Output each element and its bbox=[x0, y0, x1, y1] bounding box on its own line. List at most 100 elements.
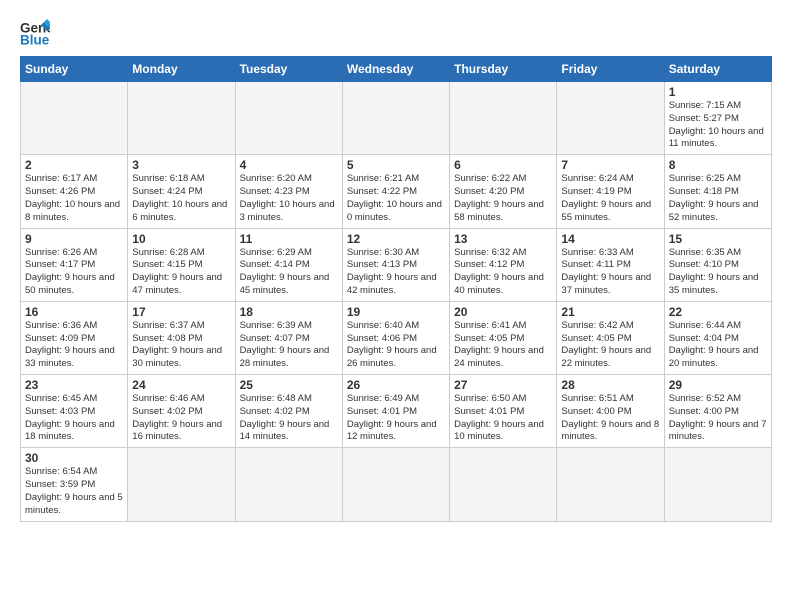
calendar-cell bbox=[557, 448, 664, 521]
day-info: Sunrise: 6:41 AM Sunset: 4:05 PM Dayligh… bbox=[454, 320, 552, 371]
day-number: 7 bbox=[561, 158, 659, 172]
page: General Blue SundayMondayTuesdayWednesda… bbox=[0, 0, 792, 612]
day-info: Sunrise: 6:28 AM Sunset: 4:15 PM Dayligh… bbox=[132, 247, 230, 298]
day-info: Sunrise: 6:35 AM Sunset: 4:10 PM Dayligh… bbox=[669, 247, 767, 298]
col-header-thursday: Thursday bbox=[450, 57, 557, 82]
day-info: Sunrise: 6:44 AM Sunset: 4:04 PM Dayligh… bbox=[669, 320, 767, 371]
calendar-week-row: 30Sunrise: 6:54 AM Sunset: 3:59 PM Dayli… bbox=[21, 448, 772, 521]
calendar-cell: 23Sunrise: 6:45 AM Sunset: 4:03 PM Dayli… bbox=[21, 375, 128, 448]
calendar-cell: 24Sunrise: 6:46 AM Sunset: 4:02 PM Dayli… bbox=[128, 375, 235, 448]
day-number: 29 bbox=[669, 378, 767, 392]
day-info: Sunrise: 6:24 AM Sunset: 4:19 PM Dayligh… bbox=[561, 173, 659, 224]
calendar-cell: 17Sunrise: 6:37 AM Sunset: 4:08 PM Dayli… bbox=[128, 301, 235, 374]
calendar-week-row: 9Sunrise: 6:26 AM Sunset: 4:17 PM Daylig… bbox=[21, 228, 772, 301]
day-info: Sunrise: 6:30 AM Sunset: 4:13 PM Dayligh… bbox=[347, 247, 445, 298]
day-number: 5 bbox=[347, 158, 445, 172]
col-header-tuesday: Tuesday bbox=[235, 57, 342, 82]
day-info: Sunrise: 6:54 AM Sunset: 3:59 PM Dayligh… bbox=[25, 466, 123, 517]
calendar-cell: 26Sunrise: 6:49 AM Sunset: 4:01 PM Dayli… bbox=[342, 375, 449, 448]
day-info: Sunrise: 6:32 AM Sunset: 4:12 PM Dayligh… bbox=[454, 247, 552, 298]
day-number: 24 bbox=[132, 378, 230, 392]
calendar-week-row: 1Sunrise: 7:15 AM Sunset: 5:27 PM Daylig… bbox=[21, 82, 772, 155]
calendar-cell: 20Sunrise: 6:41 AM Sunset: 4:05 PM Dayli… bbox=[450, 301, 557, 374]
logo: General Blue bbox=[20, 16, 54, 46]
day-number: 12 bbox=[347, 232, 445, 246]
day-number: 8 bbox=[669, 158, 767, 172]
calendar-cell bbox=[450, 82, 557, 155]
day-info: Sunrise: 6:40 AM Sunset: 4:06 PM Dayligh… bbox=[347, 320, 445, 371]
calendar-cell: 3Sunrise: 6:18 AM Sunset: 4:24 PM Daylig… bbox=[128, 155, 235, 228]
day-number: 16 bbox=[25, 305, 123, 319]
calendar-cell: 14Sunrise: 6:33 AM Sunset: 4:11 PM Dayli… bbox=[557, 228, 664, 301]
calendar-cell: 2Sunrise: 6:17 AM Sunset: 4:26 PM Daylig… bbox=[21, 155, 128, 228]
col-header-saturday: Saturday bbox=[664, 57, 771, 82]
calendar-cell: 15Sunrise: 6:35 AM Sunset: 4:10 PM Dayli… bbox=[664, 228, 771, 301]
calendar-cell: 21Sunrise: 6:42 AM Sunset: 4:05 PM Dayli… bbox=[557, 301, 664, 374]
calendar-cell: 16Sunrise: 6:36 AM Sunset: 4:09 PM Dayli… bbox=[21, 301, 128, 374]
calendar-cell bbox=[128, 448, 235, 521]
calendar-week-row: 2Sunrise: 6:17 AM Sunset: 4:26 PM Daylig… bbox=[21, 155, 772, 228]
day-number: 3 bbox=[132, 158, 230, 172]
day-number: 2 bbox=[25, 158, 123, 172]
calendar-cell bbox=[128, 82, 235, 155]
day-number: 17 bbox=[132, 305, 230, 319]
calendar: SundayMondayTuesdayWednesdayThursdayFrid… bbox=[20, 56, 772, 522]
day-info: Sunrise: 6:18 AM Sunset: 4:24 PM Dayligh… bbox=[132, 173, 230, 224]
day-info: Sunrise: 6:20 AM Sunset: 4:23 PM Dayligh… bbox=[240, 173, 338, 224]
calendar-cell: 10Sunrise: 6:28 AM Sunset: 4:15 PM Dayli… bbox=[128, 228, 235, 301]
day-info: Sunrise: 6:33 AM Sunset: 4:11 PM Dayligh… bbox=[561, 247, 659, 298]
day-number: 11 bbox=[240, 232, 338, 246]
day-number: 27 bbox=[454, 378, 552, 392]
calendar-cell bbox=[450, 448, 557, 521]
calendar-cell bbox=[235, 82, 342, 155]
calendar-cell: 7Sunrise: 6:24 AM Sunset: 4:19 PM Daylig… bbox=[557, 155, 664, 228]
day-info: Sunrise: 6:49 AM Sunset: 4:01 PM Dayligh… bbox=[347, 393, 445, 444]
logo-icon: General Blue bbox=[20, 16, 50, 46]
calendar-cell: 9Sunrise: 6:26 AM Sunset: 4:17 PM Daylig… bbox=[21, 228, 128, 301]
calendar-cell: 22Sunrise: 6:44 AM Sunset: 4:04 PM Dayli… bbox=[664, 301, 771, 374]
day-number: 6 bbox=[454, 158, 552, 172]
calendar-cell: 13Sunrise: 6:32 AM Sunset: 4:12 PM Dayli… bbox=[450, 228, 557, 301]
day-number: 22 bbox=[669, 305, 767, 319]
calendar-cell: 4Sunrise: 6:20 AM Sunset: 4:23 PM Daylig… bbox=[235, 155, 342, 228]
day-number: 30 bbox=[25, 451, 123, 465]
calendar-cell bbox=[342, 448, 449, 521]
calendar-cell: 30Sunrise: 6:54 AM Sunset: 3:59 PM Dayli… bbox=[21, 448, 128, 521]
day-info: Sunrise: 6:25 AM Sunset: 4:18 PM Dayligh… bbox=[669, 173, 767, 224]
day-number: 20 bbox=[454, 305, 552, 319]
day-info: Sunrise: 6:42 AM Sunset: 4:05 PM Dayligh… bbox=[561, 320, 659, 371]
day-number: 23 bbox=[25, 378, 123, 392]
calendar-cell: 18Sunrise: 6:39 AM Sunset: 4:07 PM Dayli… bbox=[235, 301, 342, 374]
col-header-wednesday: Wednesday bbox=[342, 57, 449, 82]
calendar-cell: 5Sunrise: 6:21 AM Sunset: 4:22 PM Daylig… bbox=[342, 155, 449, 228]
day-number: 28 bbox=[561, 378, 659, 392]
day-info: Sunrise: 6:46 AM Sunset: 4:02 PM Dayligh… bbox=[132, 393, 230, 444]
col-header-sunday: Sunday bbox=[21, 57, 128, 82]
calendar-cell: 12Sunrise: 6:30 AM Sunset: 4:13 PM Dayli… bbox=[342, 228, 449, 301]
day-number: 10 bbox=[132, 232, 230, 246]
day-info: Sunrise: 6:29 AM Sunset: 4:14 PM Dayligh… bbox=[240, 247, 338, 298]
calendar-cell: 8Sunrise: 6:25 AM Sunset: 4:18 PM Daylig… bbox=[664, 155, 771, 228]
header: General Blue bbox=[20, 16, 772, 46]
day-info: Sunrise: 6:26 AM Sunset: 4:17 PM Dayligh… bbox=[25, 247, 123, 298]
calendar-header-row: SundayMondayTuesdayWednesdayThursdayFrid… bbox=[21, 57, 772, 82]
calendar-cell: 1Sunrise: 7:15 AM Sunset: 5:27 PM Daylig… bbox=[664, 82, 771, 155]
day-info: Sunrise: 6:36 AM Sunset: 4:09 PM Dayligh… bbox=[25, 320, 123, 371]
day-number: 25 bbox=[240, 378, 338, 392]
calendar-week-row: 23Sunrise: 6:45 AM Sunset: 4:03 PM Dayli… bbox=[21, 375, 772, 448]
day-number: 15 bbox=[669, 232, 767, 246]
calendar-cell: 11Sunrise: 6:29 AM Sunset: 4:14 PM Dayli… bbox=[235, 228, 342, 301]
calendar-cell: 6Sunrise: 6:22 AM Sunset: 4:20 PM Daylig… bbox=[450, 155, 557, 228]
day-number: 26 bbox=[347, 378, 445, 392]
day-info: Sunrise: 6:50 AM Sunset: 4:01 PM Dayligh… bbox=[454, 393, 552, 444]
day-info: Sunrise: 6:21 AM Sunset: 4:22 PM Dayligh… bbox=[347, 173, 445, 224]
day-info: Sunrise: 6:37 AM Sunset: 4:08 PM Dayligh… bbox=[132, 320, 230, 371]
calendar-cell bbox=[342, 82, 449, 155]
calendar-cell: 25Sunrise: 6:48 AM Sunset: 4:02 PM Dayli… bbox=[235, 375, 342, 448]
calendar-cell bbox=[21, 82, 128, 155]
day-number: 18 bbox=[240, 305, 338, 319]
day-info: Sunrise: 6:51 AM Sunset: 4:00 PM Dayligh… bbox=[561, 393, 659, 444]
day-info: Sunrise: 6:52 AM Sunset: 4:00 PM Dayligh… bbox=[669, 393, 767, 444]
calendar-cell: 19Sunrise: 6:40 AM Sunset: 4:06 PM Dayli… bbox=[342, 301, 449, 374]
calendar-cell: 27Sunrise: 6:50 AM Sunset: 4:01 PM Dayli… bbox=[450, 375, 557, 448]
